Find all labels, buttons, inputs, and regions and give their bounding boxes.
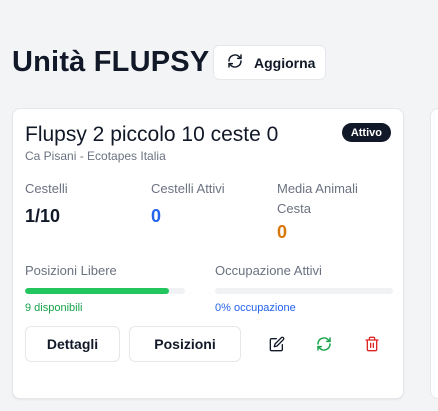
refresh-button[interactable]: Aggiorna [213, 45, 326, 80]
stat-label: Cestelli [25, 181, 68, 196]
next-card-edge [430, 108, 438, 399]
stat-value: 1/10 [25, 206, 61, 226]
progress-caption: 0% occupazione [215, 302, 296, 314]
edit-icon[interactable] [267, 334, 287, 354]
free-positions-progress: Posizioni Libere 9 disponibili [25, 263, 185, 314]
card-title: Flupsy 2 piccolo 10 ceste 0 [25, 123, 279, 146]
card-subtitle: Ca Pisani - Ecotapes Italia [25, 149, 166, 163]
details-button[interactable]: Dettagli [25, 326, 120, 362]
stat-value: 0 [277, 222, 288, 242]
progress-label: Occupazione Attivi [215, 263, 322, 278]
progress-caption: 9 disponibili [25, 302, 83, 314]
progress-track [25, 288, 185, 294]
progress-label: Posizioni Libere [25, 263, 117, 278]
stat-value: 0 [151, 206, 162, 226]
page-title: Unità FLUPSY [12, 46, 210, 78]
flupsy-card: Flupsy 2 piccolo 10 ceste 0 Attivo Ca Pi… [12, 108, 404, 399]
stat-media-animali: Media Animali Cesta 0 [277, 179, 387, 243]
sync-icon[interactable] [314, 334, 334, 354]
stat-label: Cestelli Attivi [151, 181, 225, 196]
refresh-icon [227, 53, 243, 72]
status-badge: Attivo [341, 123, 391, 142]
refresh-button-label: Aggiorna [254, 54, 316, 71]
progress-track [215, 288, 393, 294]
stat-label: Media Animali Cesta [277, 181, 358, 216]
positions-button[interactable]: Posizioni [129, 326, 241, 362]
stat-cestelli-attivi: Cestelli Attivi 0 [151, 179, 271, 227]
active-occupancy-progress: Occupazione Attivi 0% occupazione [215, 263, 393, 314]
stat-cestelli: Cestelli 1/10 [25, 179, 145, 227]
progress-fill [25, 288, 169, 294]
trash-icon[interactable] [362, 334, 382, 354]
